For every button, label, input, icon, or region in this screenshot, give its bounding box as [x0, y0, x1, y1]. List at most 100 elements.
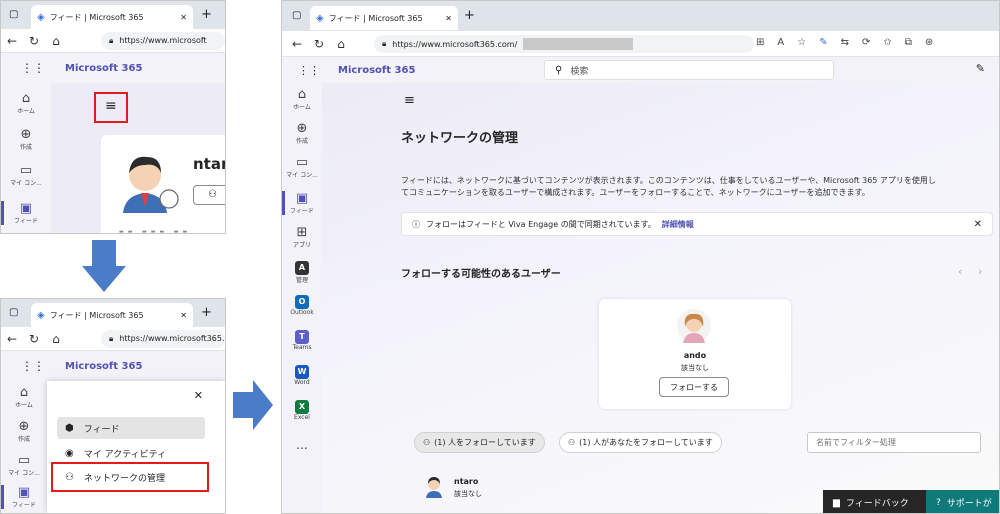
- window-icon[interactable]: ▢: [9, 9, 18, 20]
- home-icon: ⌂: [297, 87, 307, 102]
- home-icon[interactable]: ⌂: [330, 37, 352, 51]
- m365-icon: ◈: [316, 12, 324, 24]
- followers-chip-label: (1) 人があなたをフォローしています: [579, 438, 713, 447]
- home-icon[interactable]: ⌂: [45, 34, 67, 48]
- name-filter-input[interactable]: 名前でフィルター処理: [807, 432, 981, 453]
- filter-placeholder: 名前でフィルター処理: [816, 438, 896, 447]
- follow-button[interactable]: フォローする: [659, 377, 729, 397]
- rail-create[interactable]: ⊕ 作成: [1, 127, 51, 151]
- create-icon: ⊕: [20, 127, 32, 142]
- excel-icon: X: [295, 400, 309, 414]
- rail-admin[interactable]: A 管理: [282, 261, 322, 284]
- copilot-icon[interactable]: ⊛: [925, 37, 933, 48]
- extension3-icon[interactable]: ⟳: [862, 37, 870, 48]
- close-tab-icon[interactable]: ✕: [180, 13, 187, 22]
- avatar: [677, 309, 711, 343]
- feed-icon: ▣: [295, 191, 309, 206]
- rail-home[interactable]: ⌂ ホーム: [282, 87, 322, 111]
- rail-apps[interactable]: ⊞ アプリ: [282, 225, 322, 249]
- rail-create[interactable]: ⊕ 作成: [1, 419, 47, 443]
- rail-home-label: ホーム: [17, 108, 35, 115]
- teams-icon: T: [295, 330, 309, 344]
- following-chip[interactable]: ⚇ (1) 人をフォローしています: [414, 432, 545, 453]
- rail-outlook[interactable]: O Outlook: [282, 295, 322, 316]
- followers-icon: ⚇: [568, 438, 576, 447]
- app-launcher-icon[interactable]: ⋮⋮: [298, 64, 320, 77]
- left-rail: ⌂ ホーム ⊕ 作成 ▭ マイ コン... ▣ フィード: [1, 83, 51, 233]
- apps-icon: ⊞: [296, 225, 308, 240]
- browser-tab[interactable]: ◈ フィード | Microsoft 365 ✕: [31, 5, 193, 29]
- create-icon: ⊕: [18, 419, 30, 434]
- rail-home[interactable]: ⌂ ホーム: [1, 385, 47, 409]
- address-bar[interactable]: 🔒︎ https://www.microsoft365.com/: [374, 35, 754, 53]
- rail-feed[interactable]: ▣ フィード: [282, 191, 322, 215]
- rail-excel-label: Excel: [294, 414, 310, 421]
- rail-mycontent[interactable]: ▭ マイ コン...: [1, 453, 47, 477]
- rail-create[interactable]: ⊕ 作成: [282, 121, 322, 145]
- feed-selected-indicator: [1, 485, 4, 509]
- following-user-name: ntaro: [454, 477, 479, 486]
- close-menu-icon[interactable]: ✕: [194, 389, 203, 402]
- close-tab-icon[interactable]: ✕: [445, 14, 452, 23]
- rail-mycontent[interactable]: ▭ マイ コン...: [1, 163, 51, 187]
- new-tab-icon[interactable]: +: [201, 305, 212, 320]
- info-link[interactable]: 詳細情報: [662, 219, 694, 230]
- close-tab-icon[interactable]: ✕: [180, 311, 187, 320]
- address-bar[interactable]: 🔒︎ https://www.microsoft: [101, 31, 225, 50]
- refresh-icon[interactable]: ↻: [308, 37, 330, 51]
- rail-feed[interactable]: ▣ フィード: [1, 201, 51, 225]
- rail-more[interactable]: ...: [282, 438, 322, 452]
- address-bar[interactable]: 🔒︎ https://www.microsoft365.c: [101, 329, 225, 348]
- menu-item-label: フィード: [83, 424, 120, 435]
- rail-teams[interactable]: T Teams: [282, 330, 322, 351]
- window-icon[interactable]: ▢: [292, 10, 301, 21]
- feed-selected-indicator: [282, 191, 285, 215]
- rail-word[interactable]: W Word: [282, 365, 322, 386]
- extension-icon[interactable]: ✎: [819, 37, 827, 48]
- hamburger-menu-icon[interactable]: ≡: [105, 98, 117, 114]
- hamburger-menu-icon[interactable]: ≡: [404, 93, 415, 108]
- refresh-icon[interactable]: ↻: [23, 332, 45, 346]
- new-tab-icon[interactable]: +: [464, 8, 475, 23]
- rail-excel[interactable]: X Excel: [282, 400, 322, 421]
- edit-icon[interactable]: ✎: [976, 62, 985, 75]
- followers-chip[interactable]: ⚇ (1) 人があなたをフォローしています: [559, 432, 722, 453]
- feedback-button[interactable]: ▆ フィードバック: [823, 490, 926, 513]
- profile-action-button[interactable]: ⚇: [193, 185, 225, 205]
- folder-icon: ▭: [17, 453, 31, 468]
- rail-feed[interactable]: ▣ フィード: [1, 485, 47, 509]
- browser-toolbar-icons: ⊞ A ☆ ✎ ⇆ ⟳ ✩ ⧉ ⊛: [756, 37, 933, 48]
- back-icon[interactable]: ←: [1, 34, 23, 48]
- menu-item-feed[interactable]: ⬢ フィード: [57, 417, 205, 439]
- support-button[interactable]: ? サポートが: [926, 490, 999, 513]
- browser-tab[interactable]: ◈ フィード | Microsoft 365 ✕: [310, 6, 458, 30]
- back-icon[interactable]: ←: [286, 37, 308, 51]
- prev-icon[interactable]: ‹: [958, 265, 962, 278]
- extension2-icon[interactable]: ⇆: [841, 37, 849, 48]
- app-launcher-icon[interactable]: ⋮⋮: [21, 61, 45, 75]
- menu-item-manage-network[interactable]: ⚇ ネットワークの管理: [51, 462, 209, 492]
- favorites-icon[interactable]: ✩: [883, 37, 891, 48]
- next-icon[interactable]: ›: [978, 265, 982, 278]
- support-icon: ?: [936, 497, 941, 508]
- browser-tab[interactable]: ◈ フィード | Microsoft 365 ✕: [31, 303, 193, 327]
- read-aloud-icon[interactable]: A: [777, 37, 784, 48]
- rail-home[interactable]: ⌂ ホーム: [1, 91, 51, 115]
- profile-card: ntar ⚇ ▬▬ ▬▬▬ ▬▬: [101, 135, 225, 233]
- rail-mycontent[interactable]: ▭ マイ コン...: [282, 155, 322, 179]
- window-icon[interactable]: ▢: [9, 307, 18, 318]
- app-header: ⋮⋮ Microsoft 365: [1, 351, 225, 381]
- new-tab-icon[interactable]: +: [201, 7, 212, 22]
- avatar: [123, 156, 179, 213]
- collections-icon[interactable]: ⧉: [905, 37, 912, 48]
- refresh-icon[interactable]: ↻: [23, 34, 45, 48]
- search-box[interactable]: ⚲ 検索: [544, 60, 834, 80]
- favorite-star-icon[interactable]: ☆: [797, 37, 806, 48]
- menu-item-label: マイ アクティビティ: [83, 449, 167, 460]
- home-icon[interactable]: ⌂: [45, 332, 67, 346]
- app-available-icon[interactable]: ⊞: [756, 37, 764, 48]
- menu-item-my-activity[interactable]: ◉ マイ アクティビティ: [57, 443, 205, 463]
- back-icon[interactable]: ←: [1, 332, 23, 346]
- close-banner-icon[interactable]: ✕: [974, 219, 982, 230]
- app-launcher-icon[interactable]: ⋮⋮: [21, 359, 45, 373]
